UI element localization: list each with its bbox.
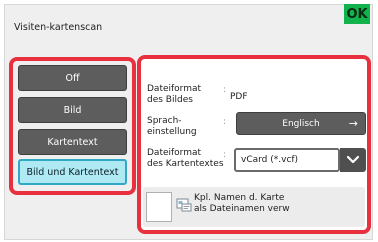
card-filename-icon (176, 198, 192, 212)
image-format-label: Dateiformat des Bildes (147, 84, 201, 106)
colon-separator: : (223, 150, 227, 160)
text-format-select[interactable]: vCard (*.vcf) (234, 148, 340, 172)
filename-option-label-line2: als Dateinamen verw (194, 204, 290, 214)
mode-off-button[interactable]: Off (18, 65, 127, 91)
language-value: Englisch (282, 118, 320, 129)
filename-option-label: Kpl. Namen d. Karte als Dateinamen verw (194, 193, 290, 215)
language-button[interactable]: Englisch → (236, 112, 366, 135)
ok-button[interactable]: OK (344, 4, 370, 24)
arrow-right-icon: → (348, 117, 358, 130)
text-format-label: Dateiformat des Kartentextes (147, 148, 224, 170)
mode-image-button[interactable]: Bild (18, 97, 127, 123)
filename-option-label-line1: Kpl. Namen d. Karte (194, 193, 285, 203)
window-title: Visiten-kartenscan (14, 22, 103, 33)
text-format-value: vCard (*.vcf) (241, 155, 299, 165)
language-label-line2: einstellung (147, 127, 197, 137)
text-format-dropdown-button[interactable] (340, 148, 366, 172)
language-label: Sprach- einstellung (147, 116, 197, 138)
mode-cardtext-button[interactable]: Kartentext (18, 129, 127, 155)
image-format-value: PDF (230, 92, 248, 102)
chevron-down-icon (346, 155, 360, 164)
language-label-line1: Sprach- (147, 116, 182, 126)
mode-image-and-cardtext-button[interactable]: Bild und Kartentext (18, 159, 127, 185)
filename-checkbox[interactable] (146, 192, 172, 222)
text-format-label-line2: des Kartentextes (147, 159, 224, 169)
image-format-label-line1: Dateiformat (147, 84, 202, 94)
title-bar: Visiten-kartenscan (4, 4, 373, 52)
image-format-label-line2: des Bildes (147, 95, 193, 105)
colon-separator: : (223, 117, 227, 127)
text-format-label-line1: Dateiformat (147, 148, 202, 158)
colon-separator: : (223, 85, 227, 95)
